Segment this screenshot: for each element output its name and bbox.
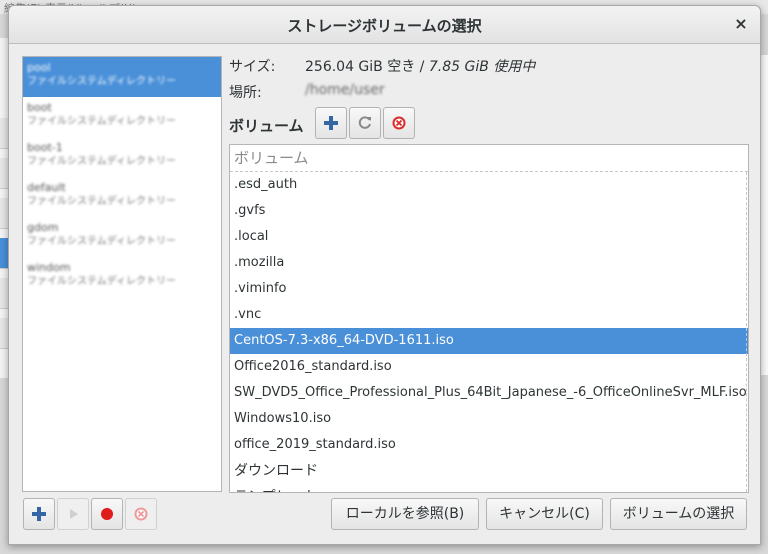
pool-list-item[interactable]: gdom ファイルシステムディレクトリー (23, 217, 221, 257)
pool-description: ファイルシステムディレクトリー (27, 276, 176, 287)
storage-volume-dialog: ストレージボリュームの選択 × pool ファイルシステムディレクトリー boo… (8, 5, 761, 545)
pool-name: default (27, 181, 66, 194)
size-free: 256.04 GiB 空き (305, 59, 416, 75)
volume-row[interactable]: テンプレート (230, 484, 748, 492)
pool-description: ファイルシステムディレクトリー (27, 116, 176, 127)
pool-name: gdom (27, 221, 59, 234)
delete-icon (134, 507, 148, 521)
volume-column-header[interactable]: ボリューム (230, 145, 748, 172)
volume-row[interactable]: .viminfo (230, 276, 748, 302)
delete-volume-button[interactable] (383, 107, 415, 139)
pool-list-item[interactable]: default ファイルシステムディレクトリー (23, 177, 221, 217)
pool-description: ファイルシステムディレクトリー (27, 156, 176, 167)
add-pool-button[interactable] (23, 498, 55, 530)
cancel-button[interactable]: キャンセル(C) (486, 498, 603, 530)
volume-table[interactable]: ボリューム .esd_auth .gvfs .local .mozilla .v… (229, 144, 749, 493)
stop-pool-button[interactable] (91, 498, 123, 530)
pool-list-item[interactable]: windom ファイルシステムディレクトリー (23, 257, 221, 297)
browse-local-button[interactable]: ローカルを参照(B) (331, 498, 479, 530)
stop-icon (101, 508, 113, 520)
volume-row[interactable]: office_2019_standard.iso (230, 432, 748, 458)
size-value: 256.04 GiB 空き / 7.85 GiB 使用中 (305, 56, 535, 76)
close-icon[interactable]: × (732, 15, 750, 33)
location-label: 場所: (229, 85, 262, 101)
size-used: 7.85 GiB 使用中 (428, 59, 536, 75)
dialog-titlebar: ストレージボリュームの選択 × (9, 6, 760, 44)
pool-description: ファイルシステムディレクトリー (27, 196, 176, 207)
pool-name: windom (27, 261, 71, 274)
pool-description: ファイルシステムディレクトリー (27, 236, 176, 247)
plus-icon (324, 116, 338, 130)
volume-row[interactable]: .vnc (230, 302, 748, 328)
pool-list-item[interactable]: boot ファイルシステムディレクトリー (23, 97, 221, 137)
pool-list-item[interactable]: pool ファイルシステムディレクトリー (23, 57, 221, 97)
volume-row[interactable]: .esd_auth (230, 172, 748, 198)
size-separator: / (415, 59, 429, 75)
location-value: /home/user (305, 82, 385, 98)
volumes-label: ボリューム (229, 117, 304, 135)
pool-name: pool (27, 61, 51, 74)
pool-name: boot (27, 101, 52, 114)
volume-row[interactable]: .mozilla (230, 250, 748, 276)
pool-name: boot-1 (27, 141, 63, 154)
choose-volume-button[interactable]: ボリュームの選択 (610, 498, 747, 530)
delete-icon (392, 116, 406, 130)
volume-row[interactable]: .gvfs (230, 198, 748, 224)
pool-list-item[interactable]: boot-1 ファイルシステムディレクトリー (23, 137, 221, 177)
storage-pool-list[interactable]: pool ファイルシステムディレクトリー boot ファイルシステムディレクトリ… (22, 56, 222, 492)
refresh-volumes-button[interactable] (349, 107, 381, 139)
dialog-title: ストレージボリュームの選択 (287, 17, 482, 35)
volume-row[interactable]: ダウンロード (230, 458, 748, 484)
pool-description: ファイルシステムディレクトリー (27, 76, 176, 87)
delete-pool-button[interactable] (125, 498, 157, 530)
volume-row[interactable]: SW_DVD5_Office_Professional_Plus_64Bit_J… (230, 380, 748, 406)
volume-row[interactable]: Windows10.iso (230, 406, 748, 432)
refresh-icon (358, 116, 371, 129)
play-icon (70, 509, 78, 519)
volume-table-scrollbar[interactable] (746, 172, 748, 492)
add-volume-button[interactable] (315, 107, 347, 139)
start-pool-button[interactable] (57, 498, 89, 530)
volume-row[interactable]: .local (230, 224, 748, 250)
volume-row[interactable]: Office2016_standard.iso (230, 354, 748, 380)
size-label: サイズ: (229, 59, 276, 75)
plus-icon (32, 507, 46, 521)
volume-row-selected[interactable]: CentOS-7.3-x86_64-DVD-1611.iso (230, 328, 748, 354)
